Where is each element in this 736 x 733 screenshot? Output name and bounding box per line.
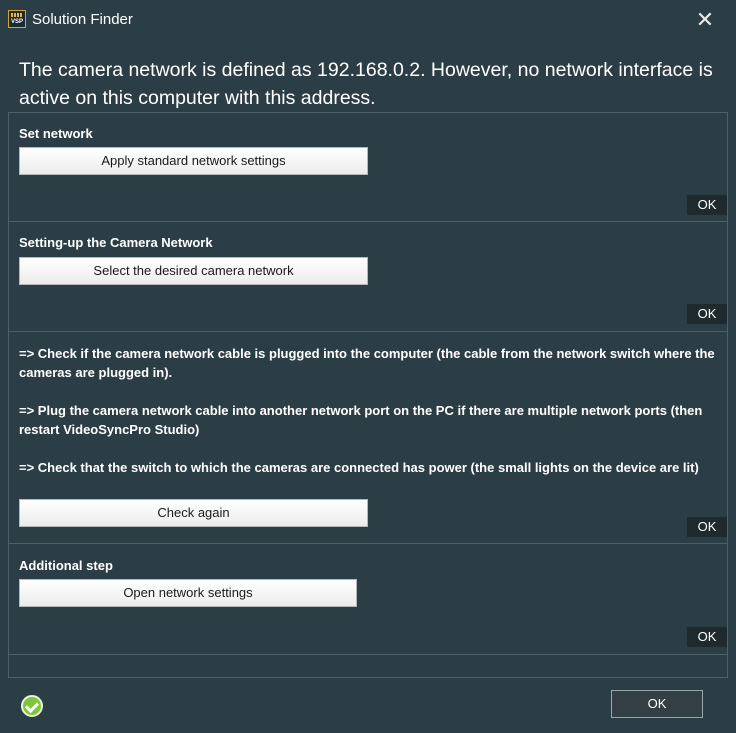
- step-check-switch-power: => Check that the switch to which the ca…: [19, 460, 699, 475]
- close-icon[interactable]: ✕: [690, 6, 720, 34]
- ok-badge[interactable]: OK: [687, 195, 727, 215]
- solutions-panel: Set network Apply standard network setti…: [8, 112, 728, 678]
- window-title: Solution Finder: [32, 11, 133, 28]
- ok-badge[interactable]: OK: [687, 517, 727, 537]
- step-plug-other-port: => Plug the camera network cable into an…: [19, 403, 703, 437]
- open-network-settings-button[interactable]: Open network settings: [19, 579, 357, 607]
- check-again-button[interactable]: Check again: [19, 499, 368, 527]
- apply-standard-network-button[interactable]: Apply standard network settings: [19, 147, 368, 175]
- section-set-network: Set network Apply standard network setti…: [9, 113, 727, 222]
- ok-badge[interactable]: OK: [687, 304, 727, 324]
- section-title: Additional step: [19, 558, 113, 573]
- select-camera-network-button[interactable]: Select the desired camera network: [19, 257, 368, 285]
- section-camera-network: Setting-up the Camera Network Select the…: [9, 222, 727, 332]
- problem-headline: The camera network is defined as 192.168…: [19, 59, 713, 109]
- section-title: Setting-up the Camera Network: [19, 235, 213, 250]
- ok-button[interactable]: OK: [611, 690, 703, 718]
- section-additional-step: Additional step Open network settings OK: [9, 544, 727, 655]
- vsp-app-icon: VSP: [8, 10, 26, 28]
- step-check-cable: => Check if the camera network cable is …: [19, 346, 715, 380]
- check-circle-icon: [21, 695, 43, 717]
- title-bar: VSP Solution Finder ✕: [0, 0, 736, 40]
- ok-badge[interactable]: OK: [687, 627, 727, 647]
- section-cable-checks: => Check if the camera network cable is …: [9, 332, 727, 544]
- section-title: Set network: [19, 126, 93, 141]
